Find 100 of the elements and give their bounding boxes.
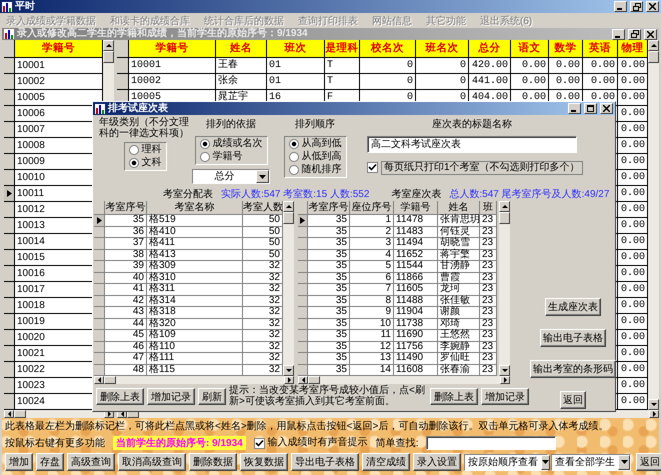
table-cell: 0.00	[549, 74, 583, 90]
radio-button[interactable]	[128, 158, 138, 168]
maximize-button[interactable]	[584, 103, 597, 114]
table-cell: 0.00	[618, 282, 648, 298]
horizontal-scrollbar[interactable]	[4, 410, 114, 418]
close-button[interactable]	[644, 28, 657, 40]
button[interactable]: 返回	[636, 453, 661, 471]
button[interactable]: 增加记录	[481, 388, 529, 405]
search-label: 简单查找:	[376, 436, 418, 450]
table-cell: 35	[308, 342, 350, 353]
table-cell: 0.00	[549, 58, 583, 74]
table-cell: 张肯思玥	[438, 215, 480, 226]
button[interactable]: 录入设置	[413, 453, 461, 471]
button[interactable]: 刷新	[198, 388, 226, 405]
radio-button[interactable]	[200, 139, 210, 149]
restore-button[interactable]	[630, 1, 643, 12]
summary-text: 总人数:547 尾考室序号及人数:49/27	[449, 188, 610, 201]
radio-button[interactable]	[128, 145, 138, 155]
table-cell: 格110	[147, 342, 243, 353]
radio-button[interactable]	[288, 152, 298, 162]
table-cell: 42	[105, 296, 147, 307]
restore-icon	[630, 30, 638, 38]
table-cell: 35	[308, 238, 350, 250]
button[interactable]: 清空成绩	[362, 453, 410, 471]
horizontal-scrollbar[interactable]	[94, 376, 294, 384]
check-icon	[368, 163, 377, 172]
table-cell: 0.00	[583, 58, 618, 74]
hint-text: 提示：当改变某考室序号成较小值后，点<刷新>可使该考室插入到其它考室前面。	[229, 386, 426, 407]
close-button[interactable]	[646, 1, 659, 12]
radio-button[interactable]	[200, 152, 210, 162]
horizontal-scrollbar[interactable]	[298, 376, 510, 384]
minimize-button[interactable]	[568, 103, 581, 114]
table-title: 考室分配表	[163, 188, 213, 201]
note-text: 此表格最左栏为删除标记栏，可将此栏点黑或将<姓名>删除，用鼠标点击按钮<返回>后，可自动删除该行。双击单元格可录入体考成绩。	[5, 420, 610, 433]
button[interactable]: 导出电子表格	[291, 453, 359, 471]
button[interactable]: 返回	[560, 391, 586, 409]
table-cell: 420.00	[469, 58, 511, 74]
group-label: 排列顺序	[295, 118, 335, 132]
search-field[interactable]	[426, 436, 556, 450]
button[interactable]: 取消高级查询	[118, 453, 186, 471]
table-cell: 50	[243, 250, 283, 261]
radio-button[interactable]	[288, 139, 298, 149]
table-cell: 0.00	[618, 346, 648, 362]
button[interactable]: 输出考室的条形码	[530, 360, 616, 378]
table-cell: 谢颜	[438, 307, 480, 318]
table-cell: 0	[416, 74, 469, 90]
window-title: 平时	[15, 0, 36, 12]
table-cell: 01	[267, 58, 325, 74]
title-field[interactable]: 高二文科考试座次表	[367, 136, 577, 153]
table-cell: 11490	[394, 353, 438, 364]
table-cell: 50	[243, 226, 283, 238]
table-cell: 11494	[394, 238, 438, 250]
row-header	[117, 40, 129, 58]
close-button[interactable]	[600, 103, 613, 114]
dropdown[interactable]: 总分	[192, 169, 270, 184]
button[interactable]: 高级查询	[67, 453, 115, 471]
table-cell: 13	[350, 353, 394, 364]
minimize-button[interactable]	[612, 28, 625, 40]
table-cell: 11483	[394, 226, 438, 238]
button[interactable]: 输出电子表格	[540, 329, 606, 347]
table-cell: 35	[308, 353, 350, 364]
radio-button[interactable]	[288, 165, 298, 175]
vertical-scrollbar[interactable]	[499, 201, 510, 376]
button[interactable]: 删除数据	[189, 453, 237, 471]
table-cell: 32	[243, 261, 283, 272]
table-cell: 48	[105, 364, 147, 376]
table-cell: 0.00	[618, 90, 648, 106]
button[interactable]: 生成座次表	[545, 298, 601, 316]
button[interactable]: 删除上表	[96, 388, 144, 405]
table-cell: 47	[105, 353, 147, 364]
summary-text: 实际人数:547 考室数:15 人数:552	[221, 188, 370, 201]
dropdown[interactable]: 查看全部学生	[551, 454, 631, 470]
table-cell: 0.00	[618, 298, 648, 314]
table-cell: 11652	[394, 250, 438, 261]
table-cell: 邓琦	[438, 318, 480, 330]
table-cell: 0.00	[618, 138, 648, 154]
vertical-scrollbar[interactable]	[283, 201, 294, 376]
restore-icon	[632, 2, 640, 10]
button[interactable]: 存盘	[36, 453, 64, 471]
button[interactable]: 删除上表	[430, 388, 478, 405]
table-cell: 王悠然	[438, 330, 480, 342]
row-header	[117, 58, 129, 74]
button[interactable]: 恢复数据	[240, 453, 288, 471]
dropdown[interactable]: 按原始顺序查看	[464, 454, 548, 470]
table-cell: 14	[350, 364, 394, 376]
button[interactable]: 增加	[5, 453, 33, 471]
column-header: 姓名	[216, 40, 267, 58]
checkbox[interactable]	[367, 162, 378, 173]
minimize-button[interactable]	[614, 1, 627, 12]
table-cell: 35	[308, 307, 350, 318]
button[interactable]: 增加记录	[147, 388, 195, 405]
vertical-scrollbar[interactable]	[648, 40, 659, 410]
table-cell: 0.00	[618, 250, 648, 266]
current-index-label: 当前学生的原始序号: 9/1934	[113, 436, 246, 450]
column-header: 考室序号	[105, 201, 147, 215]
table-cell: 张佳敏	[438, 296, 480, 307]
checkbox[interactable]	[254, 438, 265, 448]
restore-button[interactable]	[628, 28, 641, 40]
table-cell: 王春	[216, 58, 267, 74]
column-header: 座位序号	[350, 201, 394, 215]
